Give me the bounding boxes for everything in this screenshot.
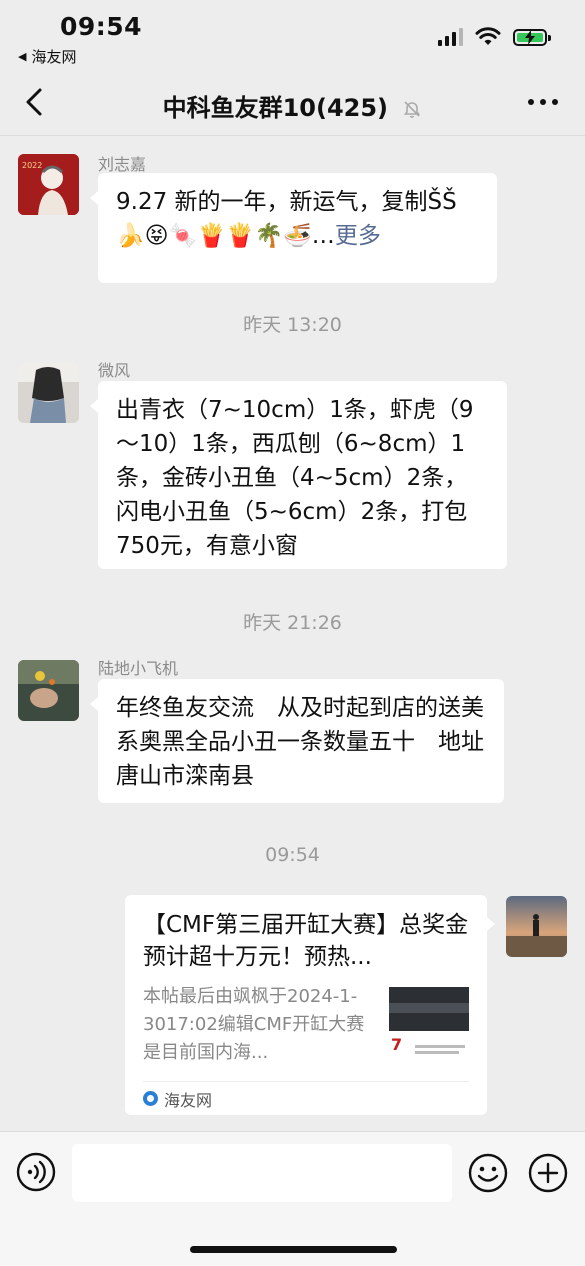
nav-bar: 中科鱼友群10(425)	[0, 70, 585, 136]
emoji-icon[interactable]	[468, 1153, 508, 1193]
plus-icon[interactable]	[528, 1153, 568, 1193]
status-indicators	[438, 27, 551, 47]
message-bubble[interactable]: 9.27 新的一年，新运气，复制ŠŠ🍌😝🍬🍟🍟🌴🍜…更多	[90, 173, 497, 283]
more-options-button[interactable]	[523, 92, 563, 112]
bell-slash-icon	[404, 101, 421, 118]
back-to-app[interactable]: ◀ 海友网	[18, 46, 76, 67]
message-text: 出青衣（7~10cm）1条，虾虎（9～10）1条，西瓜刨（6~8cm）1条，金砖…	[116, 397, 474, 559]
message-bubble[interactable]: 出青衣（7~10cm）1条，虾虎（9～10）1条，西瓜刨（6~8cm）1条，金砖…	[90, 381, 507, 569]
message-bubble[interactable]: 年终鱼友交流 从及时起到店的送美系奥黑全品小丑一条数量五十 地址唐山市滦南县	[90, 679, 504, 803]
timestamp: 昨天 21:26	[243, 612, 342, 634]
link-card-description: 本帖最后由飒枫于2024-1-3017:02编辑CMF开缸大赛是目前国内海...	[143, 986, 365, 1063]
link-card-thumbnail: 7	[389, 983, 469, 1063]
link-card-title: 【CMF第三届开缸大赛】总奖金预计超十万元！预热...	[143, 912, 469, 970]
status-bar: 09:54 ◀ 海友网	[0, 0, 585, 70]
link-card[interactable]: 【CMF第三届开缸大赛】总奖金预计超十万元！预热... 本帖最后由飒枫于2024…	[125, 895, 495, 1115]
chat-title-text: 中科鱼友群10(425)	[162, 94, 389, 122]
link-card-source: 海友网	[143, 1081, 469, 1115]
avatar[interactable]: 2022	[18, 154, 79, 215]
sender-name: 刘志嘉	[98, 155, 147, 174]
thumb-caption: 7	[391, 1035, 403, 1054]
back-app-label: 海友网	[31, 48, 77, 66]
sender-name: 陆地小飞机	[98, 659, 179, 678]
home-indicator[interactable]	[190, 1246, 397, 1253]
avatar[interactable]	[506, 896, 567, 957]
message-input[interactable]	[72, 1144, 452, 1202]
link-card-body: 本帖最后由飒枫于2024-1-3017:02编辑CMF开缸大赛是目前国内海...…	[143, 983, 469, 1067]
source-name: 海友网	[164, 1090, 213, 1110]
cellular-signal-icon	[438, 28, 463, 46]
voice-icon[interactable]	[16, 1152, 56, 1192]
avatar[interactable]	[18, 660, 79, 721]
status-time: 09:54	[60, 12, 143, 41]
avatar[interactable]	[18, 362, 79, 423]
sender-name: 微风	[98, 361, 131, 380]
timestamp: 昨天 13:20	[243, 314, 342, 336]
message-text: 年终鱼友交流 从及时起到店的送美系奥黑全品小丑一条数量五十 地址唐山市滦南县	[116, 695, 484, 789]
message-text: 9.27 新的一年，新运气，复制ŠŠ🍌😝🍬🍟🍟🌴🍜…	[116, 189, 457, 249]
wifi-icon	[475, 27, 501, 45]
svg-text:2022: 2022	[22, 161, 42, 170]
timestamp: 09:54	[265, 844, 320, 866]
back-triangle-icon: ◀	[18, 50, 27, 63]
more-link[interactable]: 更多	[335, 223, 381, 249]
message-list[interactable]: 2022 刘志嘉 9.27 新的一年，新运气，复制ŠŠ🍌😝🍬🍟🍟🌴🍜…更多 昨天…	[0, 137, 585, 1130]
source-logo-icon	[143, 1091, 158, 1106]
battery-icon	[513, 28, 551, 46]
chat-screen: 09:54 ◀ 海友网 中科鱼友群10(425) 2022 刘志嘉 9.27 新…	[0, 0, 585, 1266]
chat-title: 中科鱼友群10(425)	[0, 88, 585, 123]
